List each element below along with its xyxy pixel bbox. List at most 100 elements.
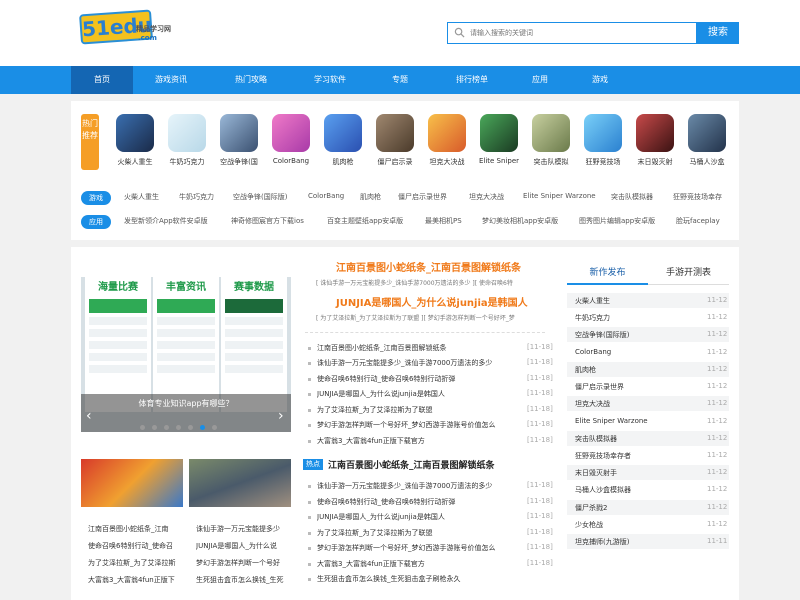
slider-dot[interactable] xyxy=(176,425,181,430)
hot-news-header[interactable]: 热点 江南百景图小蛇纸条_江南百景图解锁纸条 xyxy=(303,458,553,472)
release-item[interactable]: 僵尸启示录世界 11-12 xyxy=(567,379,729,394)
nav-apps[interactable]: 应用 xyxy=(518,66,562,94)
game-tag-link[interactable]: 空战争锋(国际版) xyxy=(233,192,287,202)
app-tag-link[interactable]: 最美相机PS xyxy=(425,216,462,226)
app-tag-link[interactable]: 脸玩faceplay xyxy=(676,216,720,226)
app-tag-link[interactable]: 图秀图片编辑app安卓版 xyxy=(579,216,655,226)
app-card[interactable]: Elite Sniper xyxy=(473,114,525,165)
release-item[interactable]: Elite Sniper Warzone 11-12 xyxy=(567,414,729,429)
site-logo[interactable]: 51edu 精品学习网 .com xyxy=(79,9,190,45)
app-tag-link[interactable]: 发型新领介App软件安卓版 xyxy=(124,216,208,226)
headline-subtitle[interactable]: [ 诛仙手游一万元宝能提多少_诛仙手游7000万遗法的多少 ][ 使命召唤6特 xyxy=(316,278,544,287)
release-item[interactable]: 空战争锋(国际版) 11-12 xyxy=(567,327,729,342)
headline-title[interactable]: JUNJIA是哪国人_为什么说junjia是韩国人 xyxy=(336,294,528,309)
left-list-item[interactable]: JUNJIA是哪国人_为什么说 xyxy=(196,541,291,551)
app-tag-link[interactable]: 梦幻美妆相机app安卓版 xyxy=(482,216,558,226)
game-tag-link[interactable]: 坦克大决战 xyxy=(469,192,504,202)
app-card[interactable]: ColorBang xyxy=(265,114,317,165)
nav-games[interactable]: 游戏 xyxy=(578,66,622,94)
image-slider[interactable]: 海量比赛 丰富资讯 赛事数据 体育专业知识app有哪些？ ‹ › xyxy=(81,277,291,432)
news-item[interactable]: 诛仙手游一万元宝能提多少_诛仙手游7000万遗法的多少 [11-18] xyxy=(305,358,553,370)
news-item[interactable]: 江南百景图小蛇纸条_江南百景图解锁纸条 [11-18] xyxy=(305,343,553,355)
slider-dot-active[interactable] xyxy=(200,425,205,430)
release-item[interactable]: 突击队模拟器 11-12 xyxy=(567,431,729,446)
news-item[interactable]: JUNJIA是哪国人_为什么说junjia是韩国人 [11-18] xyxy=(305,389,553,401)
news-item[interactable]: 使命召唤6特别行动_使命召唤6特别行动折弹 [11-18] xyxy=(305,374,553,386)
news-item[interactable]: 为了艾泽拉斯_为了艾泽拉斯为了联盟 [11-18] xyxy=(305,528,553,540)
release-item[interactable]: 狂野竞技场幸存者 11-12 xyxy=(567,448,729,463)
news-item[interactable]: 梦幻手游怎样判断一个号好坏_梦幻西游手游账号价值怎么 [11-18] xyxy=(305,543,553,555)
left-list-item[interactable]: 使命召唤6特别行动_使命召 xyxy=(88,541,183,551)
app-card[interactable]: 马桶人沙盒 xyxy=(681,114,733,167)
game-tag-link[interactable]: 火柴人重生 xyxy=(124,192,159,202)
nav-topics[interactable]: 专题 xyxy=(375,66,425,94)
left-list-item[interactable]: 为了艾泽拉斯_为了艾泽拉斯 xyxy=(88,558,183,568)
news-item[interactable]: 诛仙手游一万元宝能提多少_诛仙手游7000万遗法的多少 [11-18] xyxy=(305,481,553,493)
nav-rankings[interactable]: 排行榜单 xyxy=(441,66,503,94)
game-tag-link[interactable]: 僵尸启示录世界 xyxy=(398,192,447,202)
news-item[interactable]: 使命召唤6特别行动_使命召唤6特别行动折弹 [11-18] xyxy=(305,497,553,509)
news-item[interactable]: JUNJIA是哪国人_为什么说junjia是韩国人 [11-18] xyxy=(305,512,553,524)
game-tag-link[interactable]: ColorBang xyxy=(308,192,344,200)
tab-test-schedule[interactable]: 手游开测表 xyxy=(648,263,729,285)
app-card[interactable]: 狂野竞技场 xyxy=(577,114,629,167)
slider-next-button[interactable]: › xyxy=(278,408,284,424)
left-list-item[interactable]: 大富翁3_大富翁4fun正版下 xyxy=(88,575,183,585)
game-tag-link[interactable]: 狂野竞技场幸存 xyxy=(673,192,722,202)
release-item[interactable]: 坦克捕师(九游版) 11-11 xyxy=(567,534,729,549)
search-input[interactable] xyxy=(470,25,690,41)
left-list-item[interactable]: 江南百景图小蛇纸条_江南 xyxy=(88,524,183,534)
search-button[interactable]: 搜索 xyxy=(697,22,739,44)
release-item[interactable]: 肌肉枪 11-12 xyxy=(567,362,729,377)
app-card[interactable]: 僵尸启示录 xyxy=(369,114,421,167)
game-tag-link[interactable]: 突击队模拟器 xyxy=(611,192,653,202)
article-thumbnail[interactable] xyxy=(189,459,291,507)
headline-subtitle[interactable]: [ 为了艾泽拉斯_为了艾泽拉斯为了联盟 ][ 梦幻手游怎样判断一个号好坏_梦 xyxy=(316,313,544,322)
tab-new-releases[interactable]: 新作发布 xyxy=(567,263,648,285)
nav-game-news[interactable]: 游戏资讯 xyxy=(140,66,202,94)
news-item[interactable]: 大富翁3_大富翁4fun正版下载官方 [11-18] xyxy=(305,436,553,448)
release-item[interactable]: 少女枪战 11-12 xyxy=(567,517,729,532)
slider-dot[interactable] xyxy=(152,425,157,430)
app-icon xyxy=(168,114,206,152)
release-item[interactable]: 坦克大决战 11-12 xyxy=(567,396,729,411)
news-item[interactable]: 为了艾泽拉斯_为了艾泽拉斯为了联盟 [11-18] xyxy=(305,405,553,417)
slider-dot[interactable] xyxy=(140,425,145,430)
app-card[interactable]: 末日毁灭射 xyxy=(629,114,681,167)
release-item[interactable]: 马桶人沙盒模拟器 11-12 xyxy=(567,482,729,497)
release-item[interactable]: ColorBang 11-12 xyxy=(567,345,729,360)
release-item[interactable]: 末日毁灭射手 11-12 xyxy=(567,465,729,480)
app-card[interactable]: 肌肉枪 xyxy=(317,114,369,167)
game-tag-link[interactable]: 牛奶巧克力 xyxy=(179,192,214,202)
release-date: 11-12 xyxy=(707,382,728,390)
release-item[interactable]: 牛奶巧克力 11-12 xyxy=(567,310,729,325)
game-tag-link[interactable]: 肌肉枪 xyxy=(360,192,381,202)
news-item[interactable]: 生死狙击盒币怎么换钱_生死狙击盒子刷枪永久 xyxy=(305,574,553,586)
left-list-item[interactable]: 梦幻手游怎样判断一个号好 xyxy=(196,558,291,568)
left-list-item[interactable]: 生死狙击盒币怎么换钱_生死 xyxy=(196,575,291,585)
app-icon xyxy=(636,114,674,152)
app-card[interactable]: 牛奶巧克力 xyxy=(161,114,213,167)
game-tag-link[interactable]: Elite Sniper Warzone xyxy=(523,192,596,200)
article-thumbnail[interactable] xyxy=(81,459,183,507)
release-date: 11-12 xyxy=(707,348,728,356)
release-item[interactable]: 火柴人重生 11-12 xyxy=(567,293,729,308)
slider-dot[interactable] xyxy=(164,425,169,430)
app-tag-link[interactable]: 神奇修图宸官方下载ios xyxy=(231,216,304,226)
news-item[interactable]: 梦幻手游怎样判断一个号好坏_梦幻西游手游账号价值怎么 [11-18] xyxy=(305,420,553,432)
slider-dot[interactable] xyxy=(188,425,193,430)
app-card[interactable]: 坦克大决战 xyxy=(421,114,473,167)
headline-title[interactable]: 江南百景图小蛇纸条_江南百景图解锁纸条 xyxy=(336,259,521,274)
app-card[interactable]: 空战争锋(国 xyxy=(213,114,265,167)
release-item[interactable]: 僵尸杀戮2 11-12 xyxy=(567,500,729,515)
nav-guides[interactable]: 热门攻略 xyxy=(218,66,284,94)
news-item[interactable]: 大富翁3_大富翁4fun正版下载官方 [11-18] xyxy=(305,559,553,571)
app-tag-link[interactable]: 百变主题壁纸app安卓版 xyxy=(327,216,403,226)
nav-learning-software[interactable]: 学习软件 xyxy=(297,66,363,94)
slider-prev-button[interactable]: ‹ xyxy=(86,408,92,424)
app-card[interactable]: 突击队模拟 xyxy=(525,114,577,167)
left-list-item[interactable]: 诛仙手游一万元宝能提多少 xyxy=(196,524,291,534)
app-card[interactable]: 火柴人重生 xyxy=(109,114,161,167)
slider-dot[interactable] xyxy=(212,425,217,430)
nav-home[interactable]: 首页 xyxy=(71,66,133,94)
